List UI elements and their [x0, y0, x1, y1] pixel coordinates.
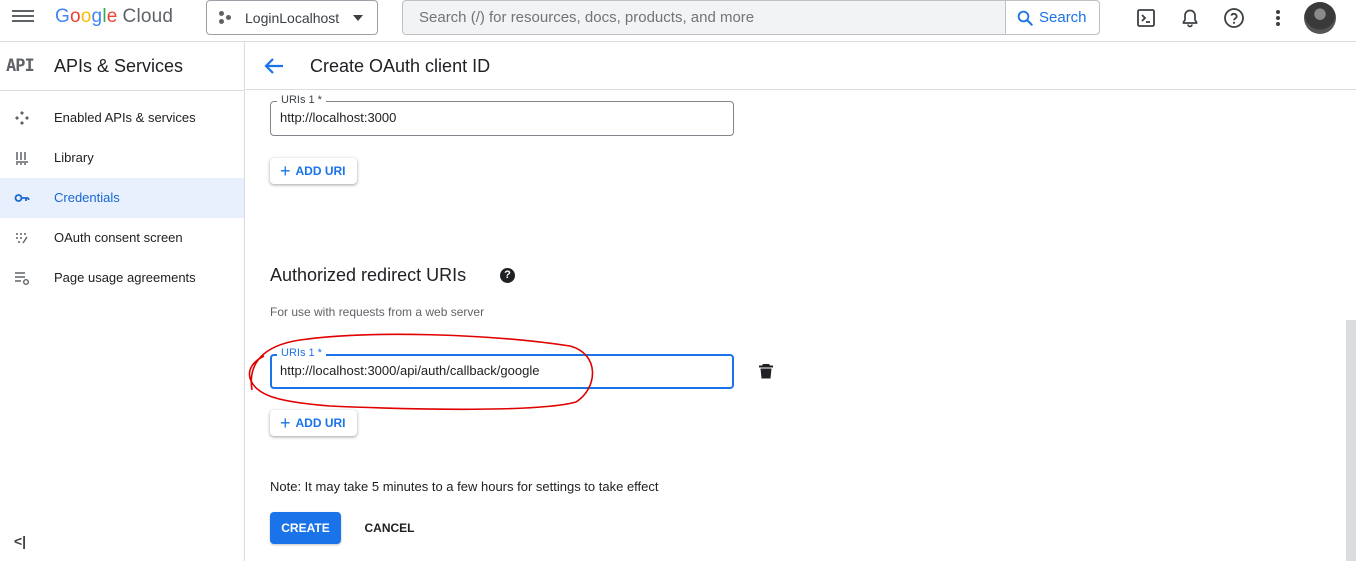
sidebar-item-label: Enabled APIs & services	[54, 110, 196, 125]
help-icon[interactable]: ?	[500, 268, 515, 283]
sidebar-item-library[interactable]: Library	[0, 138, 244, 178]
search-icon	[1017, 10, 1033, 26]
api-badge: API	[6, 56, 35, 76]
more-vert-icon[interactable]	[1266, 6, 1290, 30]
settings-list-icon	[15, 272, 29, 285]
redirect-uri-label: URIs 1 *	[277, 347, 326, 360]
help-circle-icon[interactable]	[1222, 6, 1246, 30]
cloud-shell-icon[interactable]	[1134, 6, 1158, 30]
origin-uri-input[interactable]	[280, 110, 720, 125]
consent-icon	[16, 233, 28, 244]
key-icon	[14, 194, 30, 202]
collapse-sidebar-icon[interactable]: <|	[14, 533, 26, 549]
plus-icon: +	[280, 161, 291, 181]
project-picker[interactable]: LoginLocalhost	[206, 0, 378, 35]
sidebar-item-oauth-consent[interactable]: OAuth consent screen	[0, 218, 244, 258]
back-arrow-icon[interactable]	[262, 55, 286, 77]
redirect-uri-input[interactable]	[280, 363, 720, 378]
hamburger-menu-icon[interactable]	[12, 8, 34, 28]
project-icon	[219, 10, 235, 25]
sidebar-title: APIs & Services	[54, 56, 184, 76]
plus-icon: +	[280, 413, 291, 433]
project-name: LoginLocalhost	[245, 9, 340, 26]
page-title: Create OAuth client ID	[310, 56, 491, 76]
page-header: Create OAuth client ID	[246, 42, 1356, 90]
library-icon	[16, 152, 28, 165]
dropdown-caret-icon	[353, 15, 363, 21]
sidebar-item-credentials[interactable]: Credentials	[0, 178, 244, 218]
sidebar-item-label: Page usage agreements	[54, 270, 196, 285]
top-bar: Google Cloud LoginLocalhost Search	[0, 0, 1356, 36]
google-cloud-logo[interactable]: Google Cloud	[55, 6, 173, 28]
settings-note: Note: It may take 5 minutes to a few hou…	[270, 479, 659, 494]
redirect-uri-field: URIs 1 *	[270, 347, 734, 389]
add-redirect-uri-button[interactable]: + ADD URI	[270, 410, 357, 436]
origin-uri-label: URIs 1 *	[277, 94, 326, 107]
search-button-label: Search	[1039, 9, 1087, 26]
cancel-button[interactable]: CANCEL	[352, 512, 427, 544]
delete-icon[interactable]	[757, 362, 775, 380]
avatar[interactable]	[1304, 2, 1336, 34]
sidebar-item-label: OAuth consent screen	[54, 230, 183, 245]
search-box: Search	[402, 0, 1100, 35]
redirect-section-description: For use with requests from a web server	[270, 305, 485, 319]
add-origin-uri-button[interactable]: + ADD URI	[270, 158, 357, 184]
add-uri-label: ADD URI	[295, 416, 346, 430]
search-button[interactable]: Search	[1005, 1, 1099, 34]
create-button[interactable]: CREATE	[270, 512, 341, 544]
origin-uri-field: URIs 1 *	[270, 94, 734, 136]
add-uri-label: ADD URI	[295, 164, 346, 178]
sidebar-item-label: Library	[54, 150, 94, 165]
sidebar: API APIs & Services Enabled APIs & servi…	[0, 42, 245, 561]
enabled-apis-icon	[15, 111, 29, 125]
sidebar-item-label: Credentials	[54, 190, 120, 205]
search-input[interactable]	[403, 1, 1007, 34]
scrollbar[interactable]	[1346, 320, 1356, 561]
sidebar-divider	[0, 90, 245, 91]
sidebar-item-enabled-apis[interactable]: Enabled APIs & services	[0, 98, 244, 138]
notifications-icon[interactable]	[1178, 6, 1202, 30]
sidebar-item-page-usage[interactable]: Page usage agreements	[0, 258, 244, 298]
redirect-section-title: Authorized redirect URIs	[270, 265, 467, 285]
